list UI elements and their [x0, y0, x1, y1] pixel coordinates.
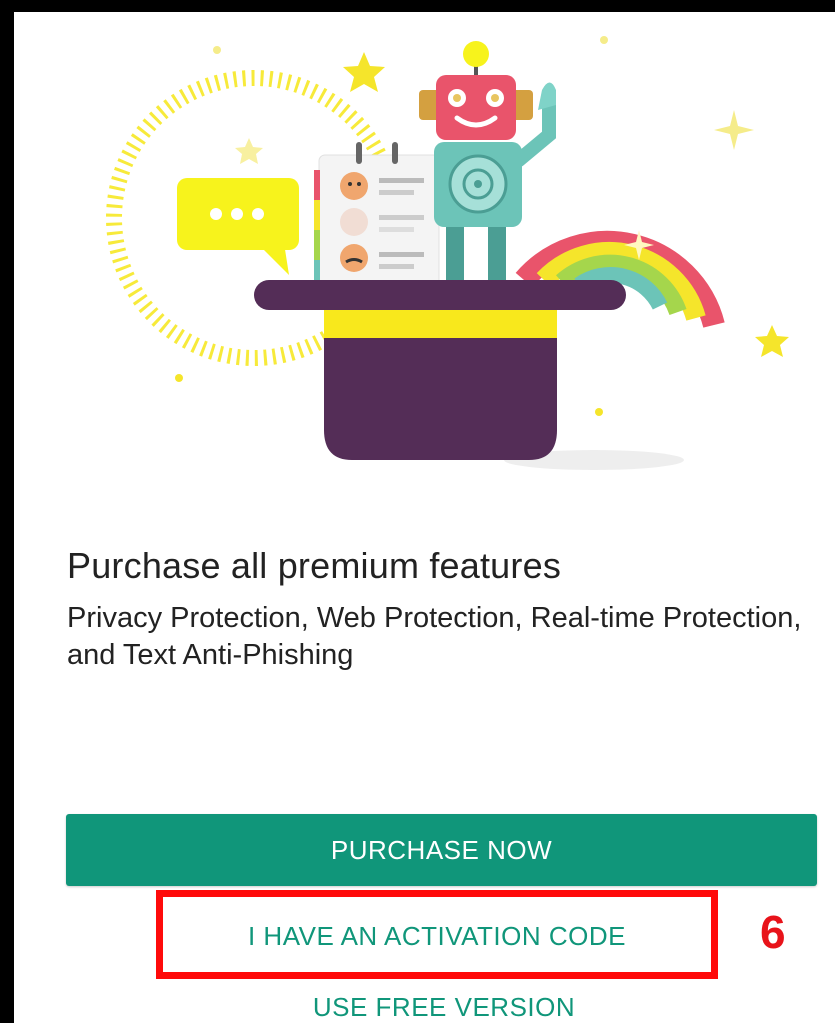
magic-hat-robot-illustration [106, 36, 789, 470]
star-icon [343, 52, 385, 92]
promo-subtitle: Privacy Protection, Web Protection, Real… [67, 602, 802, 671]
robot-icon [419, 41, 556, 282]
promo-title: Purchase all premium features [67, 545, 562, 586]
screen-frame: Purchase all premium features Privacy Pr… [0, 0, 835, 1023]
star-icon [755, 325, 789, 357]
magic-hat-icon [254, 280, 684, 470]
activation-code-button[interactable]: I HAVE AN ACTIVATION CODE [164, 896, 710, 976]
chat-bubble-icon [177, 178, 299, 275]
annotation-step-number: 6 [760, 906, 786, 958]
star-icon [235, 138, 263, 164]
purchase-now-button[interactable]: PURCHASE NOW [66, 814, 817, 886]
sparkle-icon [714, 110, 754, 150]
use-free-version-button[interactable]: USE FREE VERSION [244, 982, 644, 1032]
